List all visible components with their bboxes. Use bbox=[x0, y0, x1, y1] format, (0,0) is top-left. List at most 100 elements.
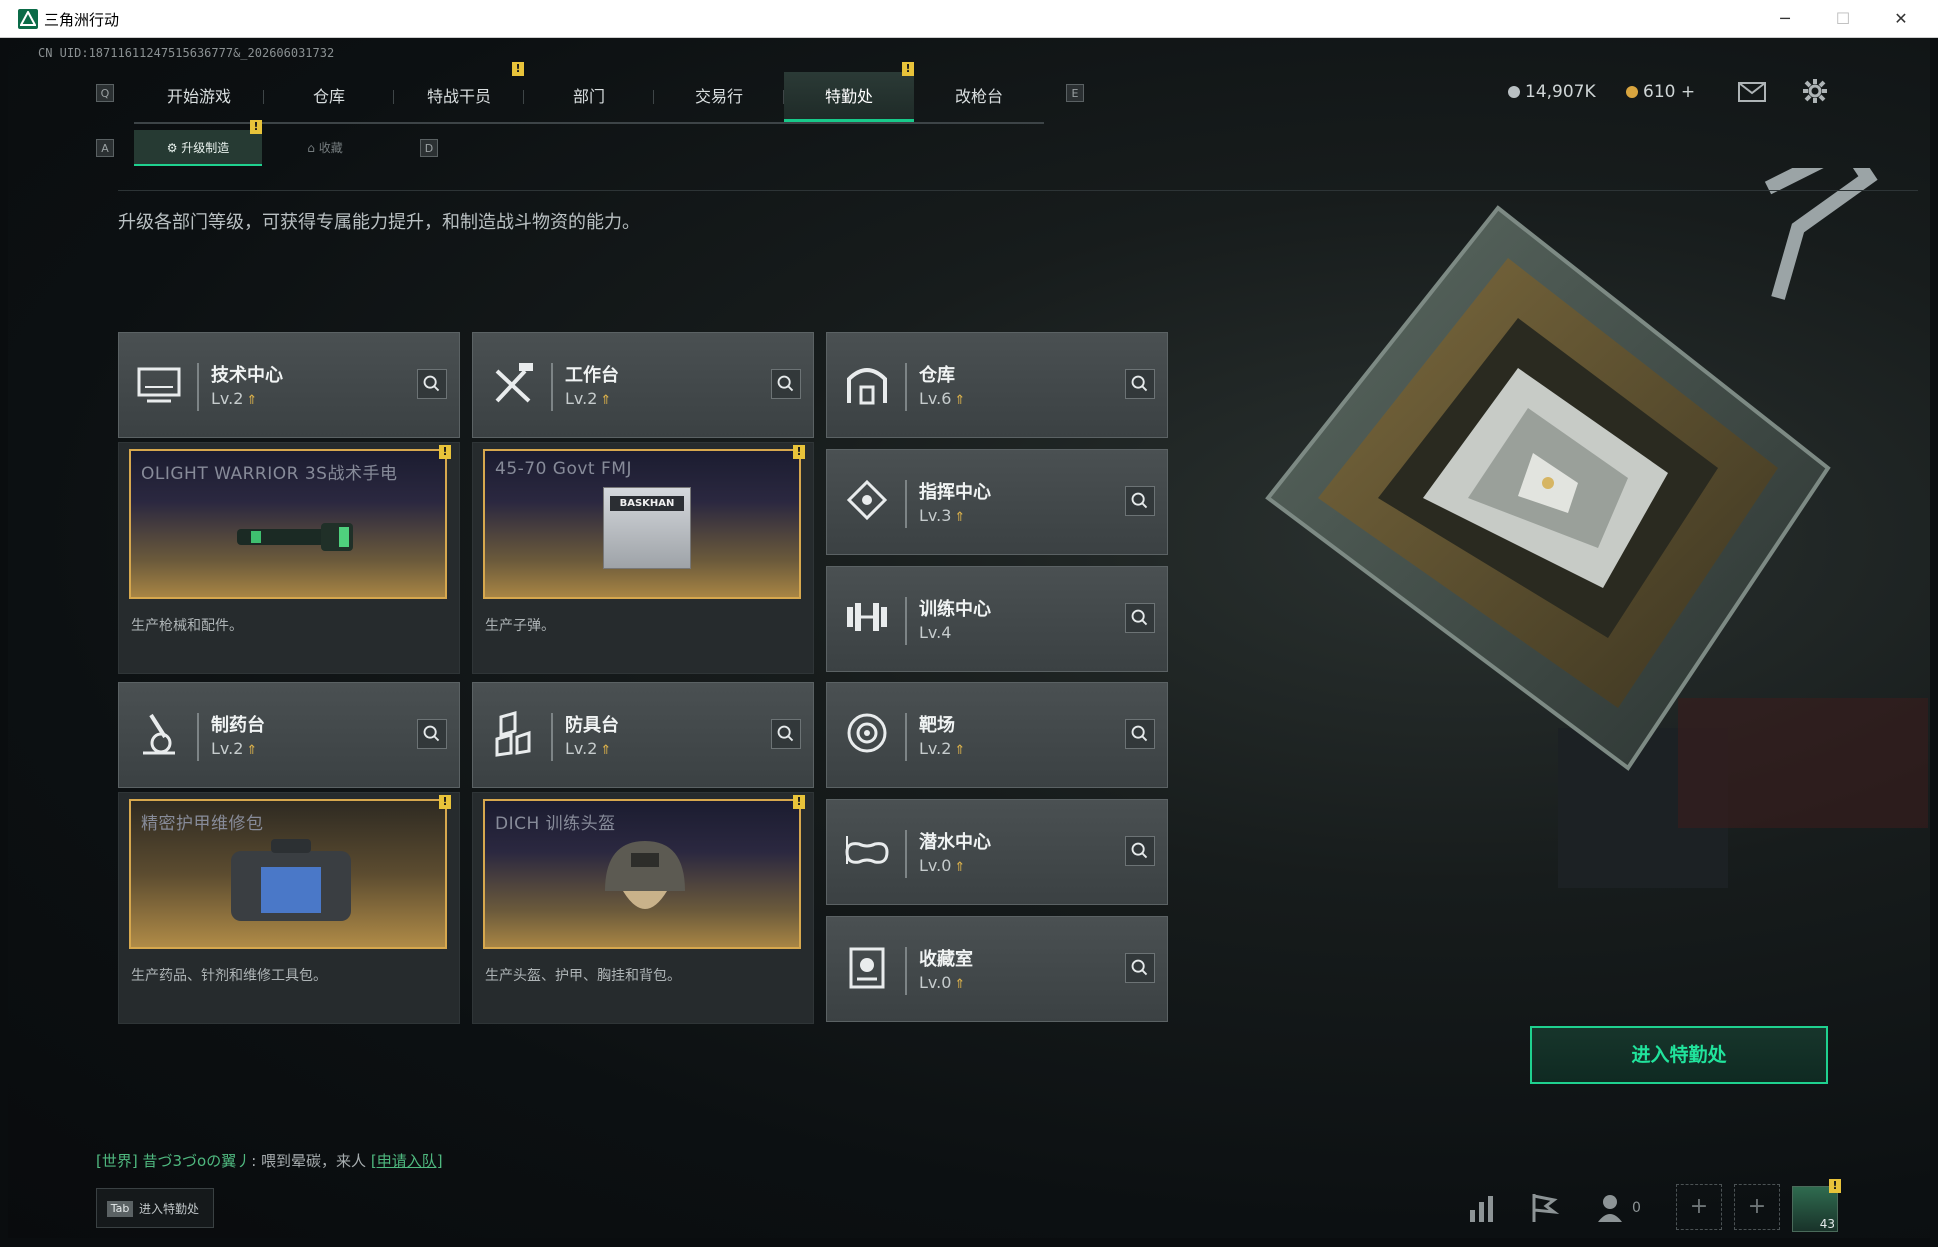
level-text: Lv.2 bbox=[565, 389, 598, 408]
tab-departments[interactable]: 部门 bbox=[524, 72, 654, 122]
search-icon[interactable] bbox=[417, 369, 447, 399]
plus-icon: + bbox=[1747, 1194, 1767, 1219]
notification-badge: ! bbox=[902, 62, 914, 76]
production-panel-armor-bench[interactable]: DICH 训练头盔 ! 生产头盔、护甲、胸挂和背包。 bbox=[472, 792, 814, 1024]
station-card-command-center[interactable]: 指挥中心 Lv.3 ⇑ bbox=[826, 449, 1168, 555]
station-card-diving-center[interactable]: 潜水中心 Lv.0 ⇑ bbox=[826, 799, 1168, 905]
production-description: 生产头盔、护甲、胸挂和背包。 bbox=[485, 968, 681, 984]
station-card-training-center[interactable]: 训练中心 Lv.4 bbox=[826, 566, 1168, 672]
join-team-link[interactable]: [申请入队] bbox=[371, 1152, 443, 1170]
enter-special-ops-button[interactable]: 进入特勤处 bbox=[1530, 1026, 1828, 1084]
chat-message: : 喂到晕碳，来人 bbox=[251, 1152, 367, 1170]
search-icon[interactable] bbox=[771, 369, 801, 399]
tab-warehouse[interactable]: 仓库 bbox=[264, 72, 394, 122]
dumbbell-icon bbox=[847, 603, 887, 631]
station-card-pharmacy[interactable]: 制药台 Lv.2 ⇑ bbox=[118, 682, 460, 788]
station-card-tech-center[interactable]: 技术中心 Lv.2 ⇑ bbox=[118, 332, 460, 438]
player-avatar[interactable]: 43 ! bbox=[1792, 1179, 1841, 1232]
notification-badge: ! bbox=[1829, 1179, 1841, 1193]
game-viewport: CN UID:18711611247515636777&_20260603173… bbox=[8, 38, 1930, 1238]
tab-operators[interactable]: 特战干员 ! bbox=[394, 62, 524, 122]
friends-count: 0 bbox=[1632, 1200, 1641, 1216]
production-item-frame[interactable]: OLIGHT WARRIOR 3S战术手电 bbox=[129, 449, 447, 599]
add-currency-button[interactable]: + bbox=[1681, 82, 1695, 102]
minimize-button[interactable]: ─ bbox=[1756, 0, 1814, 38]
production-item-frame[interactable]: DICH 训练头盔 bbox=[483, 799, 801, 949]
search-icon[interactable] bbox=[771, 719, 801, 749]
production-panel-workbench[interactable]: 45-70 Govt FMJ BASKHAN ! 生产子弹。 bbox=[472, 442, 814, 674]
tab-key-cap: Tab bbox=[107, 1201, 133, 1217]
chat-channel: [世界] bbox=[96, 1152, 138, 1170]
stats-chart-icon[interactable] bbox=[1462, 1188, 1502, 1228]
station-level: Lv.0 ⇑ bbox=[919, 973, 965, 992]
tab-special-ops[interactable]: 特勤处 ! bbox=[784, 62, 914, 122]
level-text: Lv.2 bbox=[565, 739, 598, 758]
friends-icon[interactable] bbox=[1592, 1188, 1632, 1228]
tab-label: 特勤处 bbox=[824, 87, 873, 106]
tab-label: 交易行 bbox=[694, 87, 743, 106]
tools-icon bbox=[495, 363, 533, 403]
search-icon[interactable] bbox=[1125, 719, 1155, 749]
divider bbox=[118, 190, 1918, 191]
card-divider bbox=[905, 480, 907, 528]
station-name: 技术中心 bbox=[211, 365, 283, 386]
station-card-collection-room[interactable]: 收藏室 Lv.0 ⇑ bbox=[826, 916, 1168, 1022]
level-text: Lv.2 bbox=[919, 739, 952, 758]
goggles-icon bbox=[845, 836, 889, 864]
warehouse-icon bbox=[847, 368, 887, 405]
tab-trading[interactable]: 交易行 bbox=[654, 72, 784, 122]
subtab-upgrade-craft[interactable]: ⚙ 升级制造 ! bbox=[134, 120, 262, 166]
main-nav: 开始游戏 仓库 特战干员 ! 部门 交易行 特勤处 ! 改枪台 bbox=[134, 62, 1044, 124]
station-card-shooting-range[interactable]: 靶场 Lv.2 ⇑ bbox=[826, 682, 1168, 788]
station-name: 防具台 bbox=[565, 715, 619, 736]
add-squad-slot-button[interactable]: + bbox=[1734, 1184, 1780, 1230]
collection-icon bbox=[849, 947, 885, 989]
production-item-name: 45-70 Govt FMJ bbox=[495, 459, 632, 479]
tab-start-game[interactable]: 开始游戏 bbox=[134, 72, 264, 122]
production-item-frame[interactable]: 45-70 Govt FMJ BASKHAN bbox=[483, 449, 801, 599]
production-panel-tech-center[interactable]: OLIGHT WARRIOR 3S战术手电 ! 生产枪械和配件。 bbox=[118, 442, 460, 674]
close-button[interactable]: ✕ bbox=[1872, 0, 1930, 38]
mail-icon[interactable] bbox=[1738, 82, 1766, 102]
notification-badge: ! bbox=[250, 120, 262, 134]
special-ops-cube-artwork bbox=[1265, 168, 1928, 888]
station-level: Lv.2 ⇑ bbox=[211, 739, 257, 758]
upgrade-arrow-icon: ⇑ bbox=[246, 393, 258, 408]
search-icon[interactable] bbox=[1125, 369, 1155, 399]
command-icon bbox=[846, 479, 888, 521]
maximize-button[interactable]: ☐ bbox=[1814, 0, 1872, 38]
station-level: Lv.2 ⇑ bbox=[565, 739, 611, 758]
search-icon[interactable] bbox=[1125, 836, 1155, 866]
production-description: 生产枪械和配件。 bbox=[131, 618, 243, 634]
key-hint-q: Q bbox=[96, 84, 114, 102]
station-card-armor-bench[interactable]: 防具台 Lv.2 ⇑ bbox=[472, 682, 814, 788]
window-titlebar: 三角洲行动 ─ ☐ ✕ bbox=[0, 0, 1938, 38]
notification-badge: ! bbox=[439, 445, 451, 459]
production-item-frame[interactable]: 精密护甲维修包 bbox=[129, 799, 447, 949]
subtab-collection[interactable]: ⌂ 收藏 bbox=[270, 130, 380, 166]
station-card-storage[interactable]: 仓库 Lv.6 ⇑ bbox=[826, 332, 1168, 438]
search-icon[interactable] bbox=[417, 719, 447, 749]
page-description: 升级各部门等级，可获得专属能力提升，和制造战斗物资的能力。 bbox=[118, 212, 640, 233]
notification-badge: ! bbox=[439, 795, 451, 809]
search-icon[interactable] bbox=[1125, 953, 1155, 983]
upgrade-arrow-icon: ⇑ bbox=[246, 743, 258, 758]
search-icon[interactable] bbox=[1125, 486, 1155, 516]
flag-icon[interactable] bbox=[1524, 1188, 1564, 1228]
tab-shortcut-hint[interactable]: Tab 进入特勤处 bbox=[96, 1188, 214, 1228]
tab-gunsmith[interactable]: 改枪台 bbox=[914, 72, 1044, 122]
gold-amount: 610 bbox=[1643, 82, 1676, 102]
add-squad-slot-button[interactable]: + bbox=[1676, 1184, 1722, 1230]
card-divider bbox=[197, 713, 199, 761]
settings-gear-icon[interactable] bbox=[1802, 78, 1828, 104]
search-icon[interactable] bbox=[1125, 603, 1155, 633]
station-name: 潜水中心 bbox=[919, 832, 991, 853]
station-card-workbench[interactable]: 工作台 Lv.2 ⇑ bbox=[472, 332, 814, 438]
target-icon bbox=[847, 713, 887, 753]
production-panel-pharmacy[interactable]: 精密护甲维修包 ! 生产药品、针剂和维修工具包。 bbox=[118, 792, 460, 1024]
upgrade-arrow-icon: ⇑ bbox=[954, 393, 966, 408]
station-level: Lv.6 ⇑ bbox=[919, 389, 965, 408]
chat-user[interactable]: 昔づ3づoの翼丿 bbox=[143, 1152, 252, 1170]
tab-label: 开始游戏 bbox=[166, 87, 231, 106]
gold-coin-icon bbox=[1626, 86, 1638, 98]
